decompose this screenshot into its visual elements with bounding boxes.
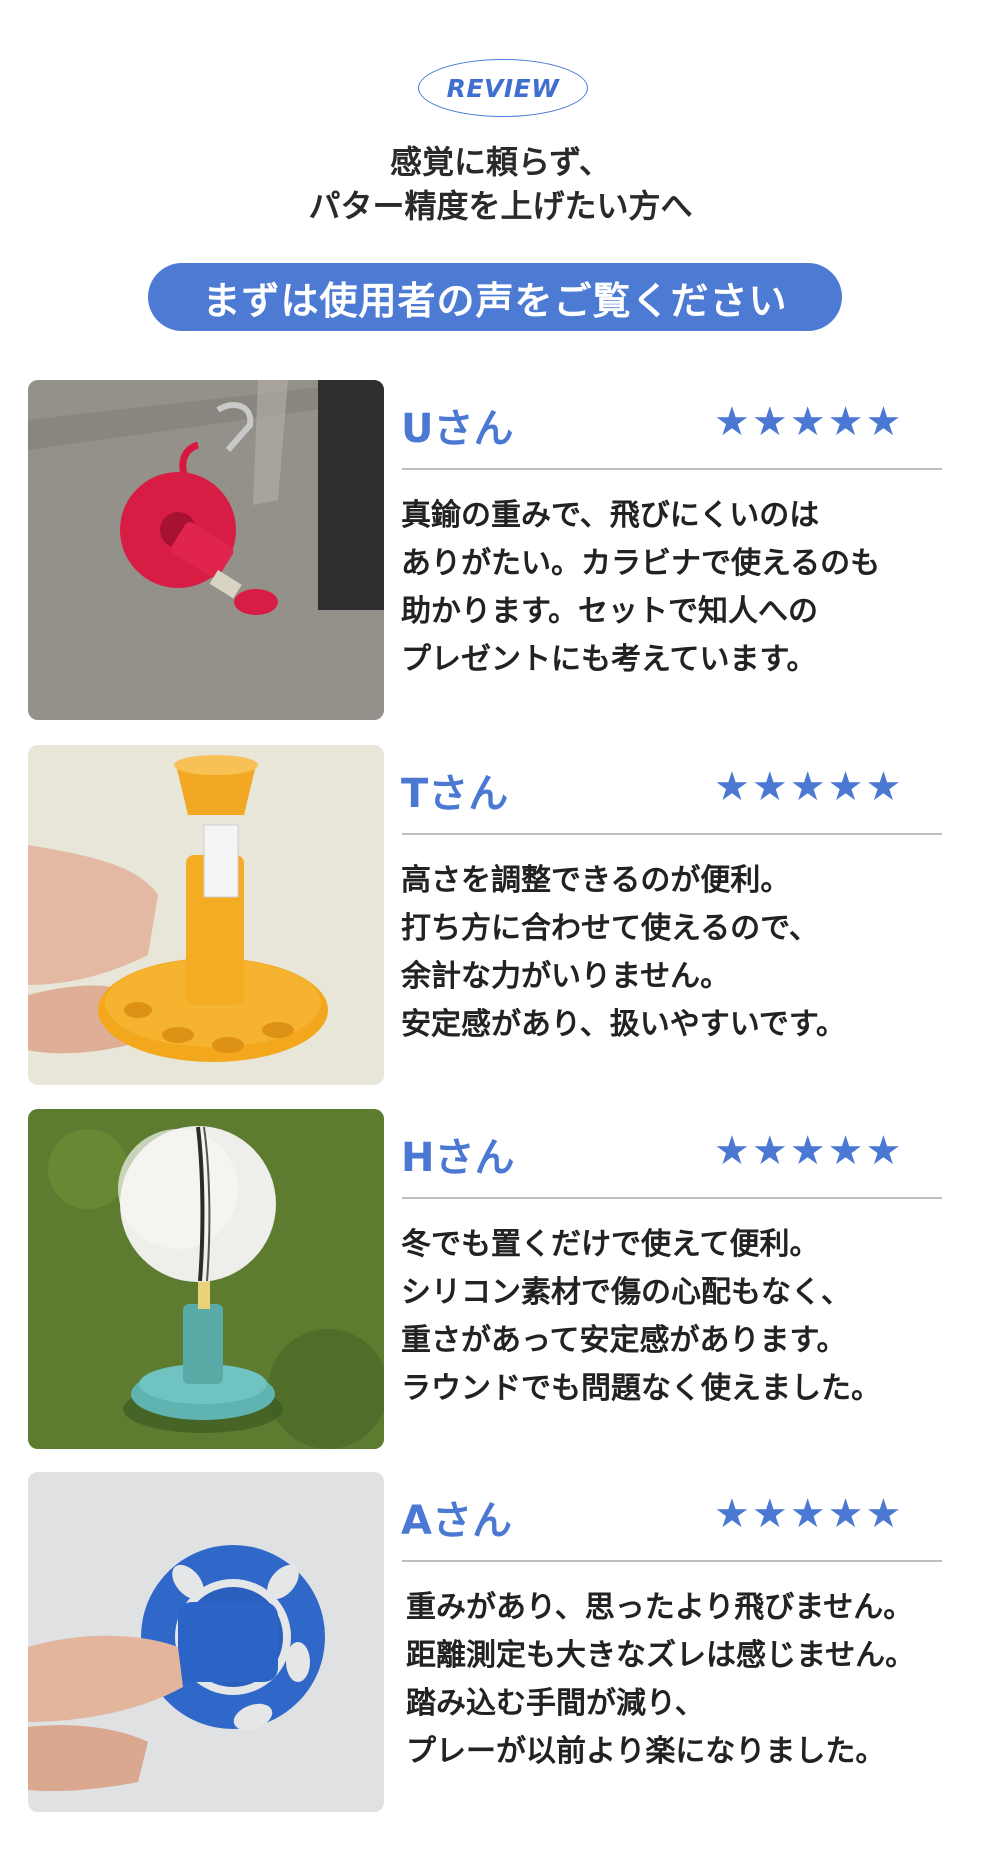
reviewer-name: Hさん <box>401 1135 515 1181</box>
comment-line: 打ち方に合わせて使えるので、 <box>401 911 819 946</box>
reviewer-name: Tさん <box>401 771 509 817</box>
review-card: Hさん ★★★★★ 冬でも置くだけで使えて便利。 シリコン素材で傷の心配もなく、… <box>28 1109 973 1449</box>
headline-line-2: パター精度を上げたい方へ <box>308 187 693 225</box>
comment-line: ラウンドでも問題なく使えました。 <box>401 1371 881 1406</box>
comment-line: 余計な力がいりません。 <box>401 959 731 994</box>
divider <box>402 468 942 470</box>
star-rating-icon: ★★★★★ <box>714 764 904 810</box>
comment-line: 真鍮の重みで、飛びにくいのは <box>401 498 820 533</box>
comment-line: 安定感があり、扱いやすいです。 <box>401 1007 846 1042</box>
page-headline: 感覚に頼らず、 パター精度を上げたい方へ <box>0 140 1001 228</box>
review-comment: 高さを調整できるのが便利。 打ち方に合わせて使えるので、 余計な力がいりません。… <box>401 857 981 1049</box>
comment-line: 重さがあって安定感があります。 <box>401 1323 847 1358</box>
review-card: Tさん ★★★★★ 高さを調整できるのが便利。 打ち方に合わせて使えるので、 余… <box>28 745 973 1085</box>
golf-ball-on-teal-tee-photo <box>28 1109 384 1449</box>
divider <box>402 1560 942 1562</box>
blue-tee-base-in-hand-photo <box>28 1472 384 1812</box>
comment-line: ありがたい。カラビナで使えるのも <box>401 546 881 581</box>
review-card: Aさん ★★★★★ 重みがあり、思ったより飛びません。 距離測定も大きなズレは感… <box>28 1472 973 1812</box>
headline-line-1: 感覚に頼らず、 <box>389 143 612 181</box>
reviewer-name: Uさん <box>401 406 514 452</box>
star-rating-icon: ★★★★★ <box>714 399 904 445</box>
star-rating-icon: ★★★★★ <box>714 1128 904 1174</box>
review-comment: 冬でも置くだけで使えて便利。 シリコン素材で傷の心配もなく、 重さがあって安定感… <box>401 1221 981 1413</box>
divider <box>402 1197 942 1199</box>
review-comment: 真鍮の重みで、飛びにくいのは ありがたい。カラビナで使えるのも 助かります。セッ… <box>401 492 981 684</box>
star-rating-icon: ★★★★★ <box>714 1491 904 1537</box>
comment-line: プレーが以前より楽になりました。 <box>406 1734 886 1769</box>
comment-line: 踏み込む手間が減り、 <box>406 1686 705 1721</box>
divider <box>402 833 942 835</box>
red-putting-tee-on-carabiner-photo <box>28 380 384 720</box>
comment-line: プレゼントにも考えています。 <box>401 642 817 677</box>
comment-line: 距離測定も大きなズレは感じません。 <box>406 1638 916 1673</box>
section-banner: まずは使用者の声をご覧ください <box>148 263 842 331</box>
comment-line: 高さを調整できるのが便利。 <box>401 863 791 898</box>
reviewer-name: Aさん <box>401 1498 512 1544</box>
comment-line: 冬でも置くだけで使えて便利。 <box>401 1227 820 1262</box>
review-comment: 重みがあり、思ったより飛びません。 距離測定も大きなズレは感じません。 踏み込む… <box>406 1584 986 1776</box>
comment-line: シリコン素材で傷の心配もなく、 <box>401 1275 851 1310</box>
comment-line: 重みがあり、思ったより飛びません。 <box>406 1590 914 1625</box>
comment-line: 助かります。セットで知人への <box>401 594 818 629</box>
review-badge: REVIEW <box>418 59 588 117</box>
orange-adjustable-tee-in-hand-photo <box>28 745 384 1085</box>
review-card: Uさん ★★★★★ 真鍮の重みで、飛びにくいのは ありがたい。カラビナで使えるの… <box>28 380 973 720</box>
